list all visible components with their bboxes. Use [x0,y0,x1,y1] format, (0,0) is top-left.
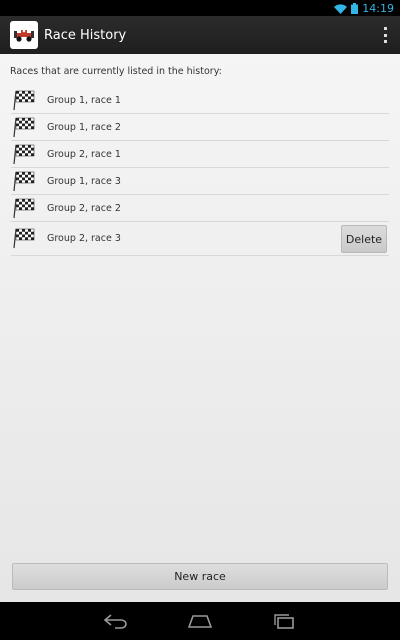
race-label: Group 1, race 1 [47,94,121,106]
race-label: Group 2, race 1 [47,148,121,160]
checkered-flag-icon [13,117,35,138]
list-item[interactable]: Group 1, race 1 [11,87,389,114]
home-icon[interactable] [184,609,216,633]
list-item[interactable]: Group 2, race 2 [11,195,389,222]
list-item[interactable]: Group 2, race 3 Delete [11,222,389,256]
race-list: Group 1, race 1 Group 1, race 2 Group 2,… [11,87,389,256]
battery-icon [351,0,359,18]
race-label: Group 2, race 3 [47,233,121,244]
list-item[interactable]: Group 2, race 1 [11,141,389,168]
intro-text: Races that are currently listed in the h… [10,66,222,77]
checkered-flag-icon [13,198,35,219]
content-area: Races that are currently listed in the h… [0,54,400,602]
navigation-bar [0,602,400,640]
wifi-icon [334,0,348,18]
list-item[interactable]: Group 1, race 3 [11,168,389,195]
race-label: Group 2, race 2 [47,202,121,214]
page-title: Race History [44,27,127,43]
status-bar: 14:19 [0,0,400,16]
status-time: 14:19 [362,1,394,15]
checkered-flag-icon [13,144,35,165]
action-bar: Race History [0,16,400,54]
new-race-button[interactable]: New race [12,563,388,590]
overflow-menu-icon[interactable] [382,27,388,43]
recent-apps-icon[interactable] [268,609,300,633]
delete-button[interactable]: Delete [341,225,387,253]
back-icon[interactable] [100,609,132,633]
race-car-icon[interactable] [10,21,38,49]
checkered-flag-icon [13,171,35,192]
race-label: Group 1, race 2 [47,121,121,133]
race-label: Group 1, race 3 [47,175,121,187]
checkered-flag-icon [13,90,35,111]
list-item[interactable]: Group 1, race 2 [11,114,389,141]
checkered-flag-icon [13,228,35,249]
